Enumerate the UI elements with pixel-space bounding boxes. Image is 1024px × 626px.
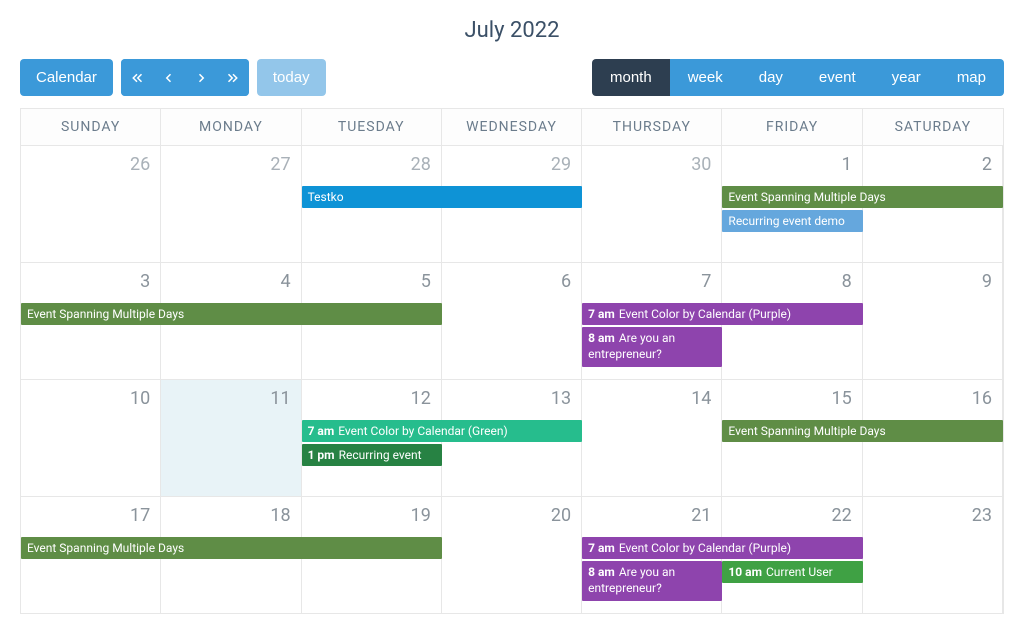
event-title: Event Spanning Multiple Days <box>728 190 885 204</box>
event-title: Event Color by Calendar (Purple) <box>619 307 791 321</box>
day-cell[interactable]: 26 <box>21 146 161 262</box>
event[interactable]: 7 am Event Color by Calendar (Purple) <box>582 537 863 559</box>
event-time: 7 am <box>308 424 335 438</box>
day-number: 27 <box>167 150 294 203</box>
week-row: 262728293012TestkoEvent Spanning Multipl… <box>21 146 1003 263</box>
day-header: MONDAY <box>161 109 301 146</box>
toolbar: Calendar today monthweekdayeventyearmap <box>20 59 1004 96</box>
chevron-double-right-icon <box>227 72 239 84</box>
chevron-double-left-icon <box>131 72 143 84</box>
event-time: 1 pm <box>308 448 335 462</box>
event[interactable]: 10 am Current User <box>722 561 862 583</box>
event[interactable]: Event Spanning Multiple Days <box>21 303 442 325</box>
event-title: Testko <box>308 190 344 204</box>
event[interactable]: 1 pm Recurring event <box>302 444 442 466</box>
day-number: 30 <box>588 150 715 203</box>
day-header: WEDNESDAY <box>442 109 582 146</box>
day-header: TUESDAY <box>302 109 442 146</box>
view-map[interactable]: map <box>939 59 1004 96</box>
week-row: 101112131415167 amEvent Color by Calenda… <box>21 380 1003 497</box>
event[interactable]: Testko <box>302 186 583 208</box>
day-header: FRIDAY <box>722 109 862 146</box>
day-number: 11 <box>167 384 294 437</box>
day-cell[interactable]: 30 <box>582 146 722 262</box>
event-title: Recurring event <box>339 448 422 462</box>
event[interactable]: 8 amAre you an entrepreneur? <box>582 561 722 601</box>
event[interactable]: Recurring event demo <box>722 210 862 232</box>
day-header: SATURDAY <box>863 109 1003 146</box>
day-header: THURSDAY <box>582 109 722 146</box>
day-number: 20 <box>448 501 575 554</box>
day-number: 10 <box>27 384 154 437</box>
event[interactable]: Event Spanning Multiple Days <box>722 420 1003 442</box>
week-row: 3456789Event Spanning Multiple Days7 amE… <box>21 263 1003 380</box>
event-title: Event Spanning Multiple Days <box>27 541 184 555</box>
event-time: 8 am <box>588 565 615 579</box>
view-day[interactable]: day <box>741 59 801 96</box>
day-number: 14 <box>588 384 715 437</box>
event-time: 10 am <box>728 565 762 579</box>
view-month[interactable]: month <box>592 59 670 96</box>
view-switcher: monthweekdayeventyearmap <box>592 59 1004 96</box>
event[interactable]: Event Spanning Multiple Days <box>21 537 442 559</box>
next-button[interactable] <box>185 59 217 96</box>
event[interactable]: 7 am Event Color by Calendar (Purple) <box>582 303 863 325</box>
event-time: 7 am <box>588 541 615 555</box>
day-number: 23 <box>869 501 996 554</box>
day-cell[interactable]: 27 <box>161 146 301 262</box>
day-number: 26 <box>27 150 154 203</box>
event-title: Event Spanning Multiple Days <box>27 307 184 321</box>
day-number: 6 <box>448 267 575 320</box>
chevron-left-icon <box>163 72 175 84</box>
event[interactable]: 8 amAre you an entrepreneur? <box>582 327 722 367</box>
event-title: Current User <box>766 565 833 579</box>
calendar-grid: SUNDAYMONDAYTUESDAYWEDNESDAYTHURSDAYFRID… <box>20 108 1004 614</box>
day-number: 9 <box>869 267 996 320</box>
event-time: 7 am <box>588 307 615 321</box>
view-event[interactable]: event <box>801 59 874 96</box>
event-title: Event Color by Calendar (Green) <box>338 424 507 438</box>
first-button[interactable] <box>121 59 153 96</box>
view-week[interactable]: week <box>670 59 741 96</box>
day-cell[interactable]: 11 <box>161 380 301 496</box>
today-button[interactable]: today <box>257 59 326 96</box>
event-time: 8 am <box>588 331 615 345</box>
event-title: Recurring event demo <box>728 214 844 228</box>
day-header: SUNDAY <box>21 109 161 146</box>
event[interactable]: 7 amEvent Color by Calendar (Green) <box>302 420 583 442</box>
page-title: July 2022 <box>20 18 1004 43</box>
day-cell[interactable]: 9 <box>863 263 1003 379</box>
event[interactable]: Event Spanning Multiple Days <box>722 186 1003 208</box>
day-cell[interactable]: 10 <box>21 380 161 496</box>
day-cell[interactable]: 14 <box>582 380 722 496</box>
prev-button[interactable] <box>153 59 185 96</box>
chevron-right-icon <box>195 72 207 84</box>
last-button[interactable] <box>217 59 249 96</box>
day-cell[interactable]: 6 <box>442 263 582 379</box>
nav-button-group <box>121 59 249 96</box>
week-row: 17181920212223Event Spanning Multiple Da… <box>21 497 1003 613</box>
calendar-button[interactable]: Calendar <box>20 59 113 96</box>
event-title: Event Color by Calendar (Purple) <box>619 541 791 555</box>
day-cell[interactable]: 20 <box>442 497 582 613</box>
view-year[interactable]: year <box>874 59 939 96</box>
event-title: Event Spanning Multiple Days <box>728 424 885 438</box>
day-cell[interactable]: 23 <box>863 497 1003 613</box>
